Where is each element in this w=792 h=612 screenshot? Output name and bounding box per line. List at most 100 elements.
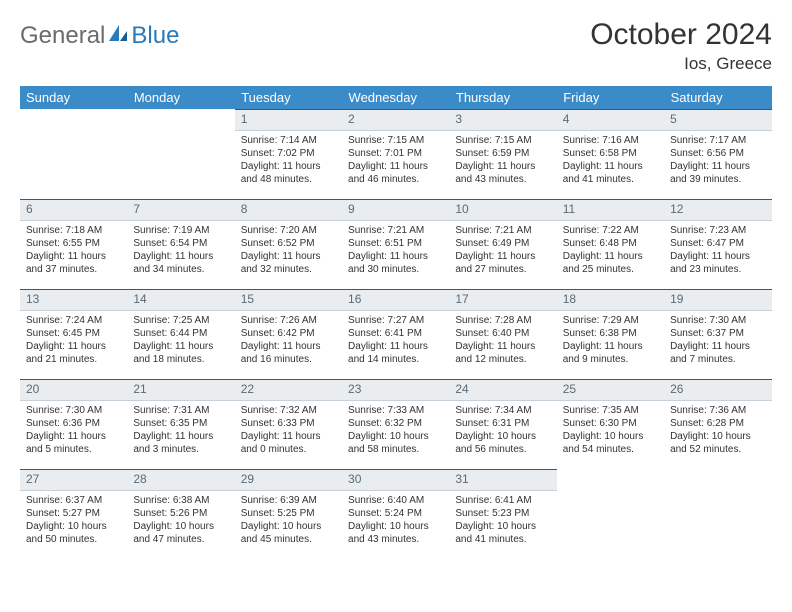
sunset-line: Sunset: 6:36 PM [26,417,121,430]
sunrise-label: Sunrise: [241,135,278,146]
sunset-label: Sunset: [348,418,382,429]
calendar-cell: 2Sunrise: 7:15 AMSunset: 7:01 PMDaylight… [342,109,449,199]
daylight-label: Daylight: [348,431,387,442]
daylight-line: Daylight: 11 hours and 0 minutes. [241,430,336,456]
sunrise-value: 6:41 AM [495,495,532,506]
daylight-line: Daylight: 10 hours and 43 minutes. [348,520,443,546]
day-details: Sunrise: 7:19 AMSunset: 6:54 PMDaylight:… [127,221,234,278]
calendar-cell: 14Sunrise: 7:25 AMSunset: 6:44 PMDayligh… [127,289,234,379]
calendar-cell: 8Sunrise: 7:20 AMSunset: 6:52 PMDaylight… [235,199,342,289]
sunrise-label: Sunrise: [455,135,492,146]
day-details: Sunrise: 7:21 AMSunset: 6:49 PMDaylight:… [449,221,556,278]
sunset-line: Sunset: 5:23 PM [455,507,550,520]
sunrise-value: 7:31 AM [173,405,210,416]
header: General Blue October 2024 Ios, Greece [20,18,772,74]
sunrise-value: 7:21 AM [495,225,532,236]
sunset-value: 6:47 PM [707,238,744,249]
sunset-value: 5:24 PM [385,508,422,519]
title-block: October 2024 Ios, Greece [590,18,772,74]
sunset-label: Sunset: [670,418,704,429]
day-number: 13 [20,289,127,311]
sunrise-line: Sunrise: 7:15 AM [455,134,550,147]
sunrise-line: Sunrise: 7:22 AM [563,224,658,237]
daylight-line: Daylight: 11 hours and 9 minutes. [563,340,658,366]
daylight-line: Daylight: 11 hours and 12 minutes. [455,340,550,366]
sunrise-value: 7:26 AM [280,315,317,326]
sunset-line: Sunset: 6:42 PM [241,327,336,340]
sunrise-line: Sunrise: 7:21 AM [455,224,550,237]
daylight-label: Daylight: [241,341,280,352]
sunset-label: Sunset: [348,238,382,249]
day-number: 24 [449,379,556,401]
sunset-line: Sunset: 6:47 PM [670,237,765,250]
sunset-value: 6:54 PM [170,238,207,249]
sunrise-label: Sunrise: [670,315,707,326]
sunset-value: 6:40 PM [492,328,529,339]
sunset-line: Sunset: 6:56 PM [670,147,765,160]
sunset-value: 7:01 PM [385,148,422,159]
sunrise-label: Sunrise: [563,135,600,146]
day-number: 11 [557,199,664,221]
calendar-cell: 16Sunrise: 7:27 AMSunset: 6:41 PMDayligh… [342,289,449,379]
calendar-cell: 27Sunrise: 6:37 AMSunset: 5:27 PMDayligh… [20,469,127,559]
calendar-cell: 15Sunrise: 7:26 AMSunset: 6:42 PMDayligh… [235,289,342,379]
sunrise-label: Sunrise: [670,135,707,146]
sunset-line: Sunset: 6:44 PM [133,327,228,340]
calendar-cell: 28Sunrise: 6:38 AMSunset: 5:26 PMDayligh… [127,469,234,559]
day-details: Sunrise: 7:18 AMSunset: 6:55 PMDaylight:… [20,221,127,278]
daylight-line: Daylight: 11 hours and 23 minutes. [670,250,765,276]
day-number: 20 [20,379,127,401]
daylight-line: Daylight: 10 hours and 50 minutes. [26,520,121,546]
daylight-line: Daylight: 11 hours and 3 minutes. [133,430,228,456]
sunset-line: Sunset: 6:45 PM [26,327,121,340]
day-number: 9 [342,199,449,221]
sunset-value: 7:02 PM [277,148,314,159]
sunset-value: 6:45 PM [63,328,100,339]
sunset-value: 6:38 PM [599,328,636,339]
sunset-value: 6:51 PM [385,238,422,249]
sunset-label: Sunset: [133,418,167,429]
day-details: Sunrise: 7:15 AMSunset: 7:01 PMDaylight:… [342,131,449,188]
day-details: Sunrise: 7:33 AMSunset: 6:32 PMDaylight:… [342,401,449,458]
daylight-line: Daylight: 11 hours and 46 minutes. [348,160,443,186]
daylight-line: Daylight: 11 hours and 41 minutes. [563,160,658,186]
sunset-label: Sunset: [455,148,489,159]
sunset-label: Sunset: [670,328,704,339]
sunrise-line: Sunrise: 7:33 AM [348,404,443,417]
sunset-line: Sunset: 6:31 PM [455,417,550,430]
sunrise-label: Sunrise: [563,315,600,326]
location-subtitle: Ios, Greece [590,54,772,74]
sunset-line: Sunset: 6:38 PM [563,327,658,340]
sunset-label: Sunset: [455,328,489,339]
sunset-line: Sunset: 6:59 PM [455,147,550,160]
sunrise-label: Sunrise: [241,495,278,506]
sunrise-label: Sunrise: [241,315,278,326]
sunset-line: Sunset: 6:35 PM [133,417,228,430]
sunrise-label: Sunrise: [455,225,492,236]
sunrise-label: Sunrise: [26,315,63,326]
daylight-label: Daylight: [133,431,172,442]
sunrise-label: Sunrise: [241,225,278,236]
sunrise-value: 7:23 AM [710,225,747,236]
sunrise-line: Sunrise: 7:25 AM [133,314,228,327]
sunrise-value: 7:21 AM [388,225,425,236]
sunset-label: Sunset: [241,508,275,519]
day-header: Monday [127,86,234,109]
calendar-cell: 18Sunrise: 7:29 AMSunset: 6:38 PMDayligh… [557,289,664,379]
sunrise-label: Sunrise: [26,225,63,236]
day-details: Sunrise: 7:36 AMSunset: 6:28 PMDaylight:… [664,401,771,458]
daylight-label: Daylight: [26,341,65,352]
day-number: 22 [235,379,342,401]
calendar-cell: 23Sunrise: 7:33 AMSunset: 6:32 PMDayligh… [342,379,449,469]
sunrise-line: Sunrise: 7:14 AM [241,134,336,147]
calendar-cell: 24Sunrise: 7:34 AMSunset: 6:31 PMDayligh… [449,379,556,469]
sunrise-value: 7:27 AM [388,315,425,326]
sunrise-value: 7:16 AM [602,135,639,146]
day-number: 25 [557,379,664,401]
sunrise-label: Sunrise: [670,405,707,416]
calendar-cell: 17Sunrise: 7:28 AMSunset: 6:40 PMDayligh… [449,289,556,379]
sunset-label: Sunset: [133,328,167,339]
sunrise-line: Sunrise: 7:29 AM [563,314,658,327]
sunrise-value: 7:34 AM [495,405,532,416]
sunset-line: Sunset: 7:02 PM [241,147,336,160]
